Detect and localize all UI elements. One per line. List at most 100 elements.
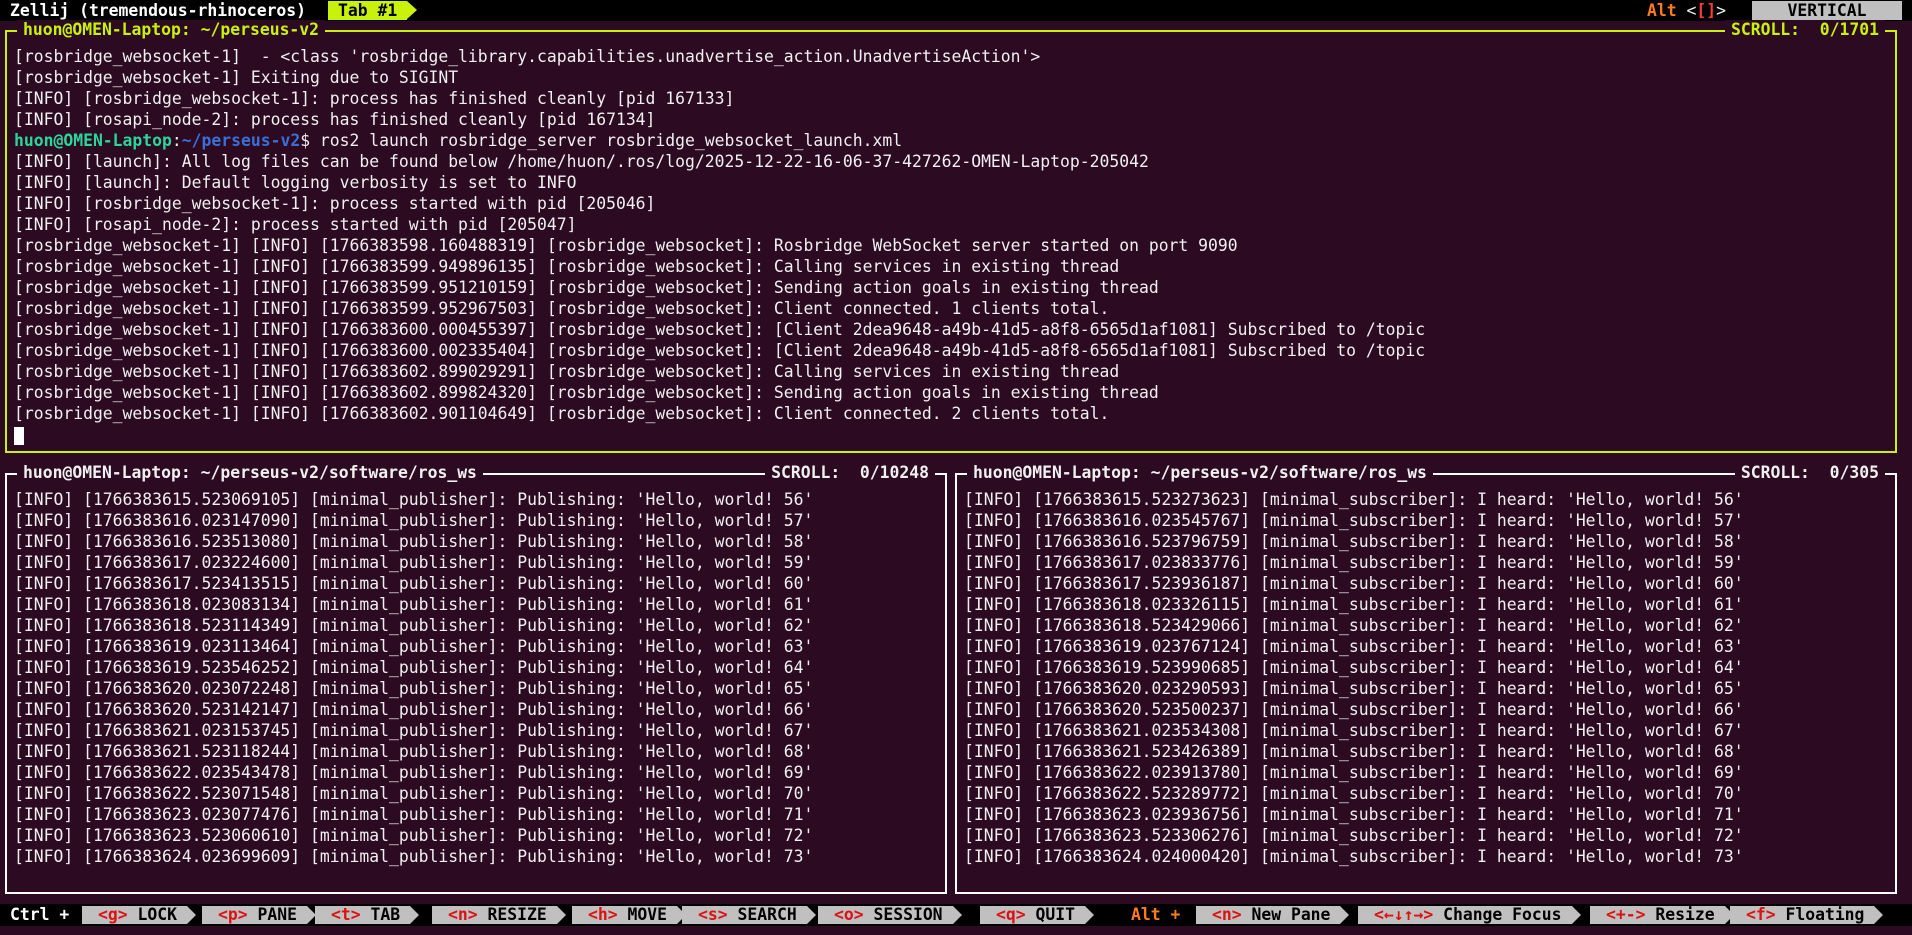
terminal-line: [INFO] [rosapi_node-2]: process started … [14, 215, 577, 234]
terminal-line: [INFO] [1766383624.023699609] [minimal_p… [14, 847, 814, 866]
shortcut-label: PANE [247, 905, 297, 924]
terminal-line: [INFO] [1766383615.523069105] [minimal_p… [14, 490, 814, 509]
terminal-line: [INFO] [1766383616.523513080] [minimal_p… [14, 532, 814, 551]
cursor-line[interactable] [14, 424, 1891, 445]
terminal-line: [INFO] [1766383618.023083134] [minimal_p… [14, 595, 814, 614]
shortcut-label: MOVE [617, 905, 667, 924]
terminal-line: [INFO] [1766383618.023326115] [minimal_s… [964, 595, 1744, 614]
terminal-line: [INFO] [1766383623.023077476] [minimal_p… [14, 805, 814, 824]
shortcut-key: <s> [698, 905, 728, 924]
shortcut-key: <g> [98, 905, 128, 924]
shortcut-label: Resize [1645, 905, 1715, 924]
ctrl-move-button[interactable]: <h> MOVE [572, 905, 686, 924]
terminal-pane-top[interactable]: huon@OMEN-Laptop: ~/perseus-v2 SCROLL: 0… [5, 20, 1897, 453]
alt-resize-button[interactable]: <+-> Resize [1590, 905, 1734, 924]
pane-title: huon@OMEN-Laptop: ~/perseus-v2 [17, 20, 326, 40]
shortcut-label: SESSION [863, 905, 943, 924]
shortcut-label: QUIT [1025, 905, 1075, 924]
shortcut-key: <o> [834, 905, 864, 924]
terminal-line: [INFO] [1766383616.023545767] [minimal_s… [964, 511, 1744, 530]
terminal-line: [rosbridge_websocket-1] [INFO] [17663835… [14, 299, 1110, 318]
terminal-line: [INFO] [rosbridge_websocket-1]: process … [14, 194, 656, 213]
terminal-line: [INFO] [1766383619.023113464] [minimal_p… [14, 637, 814, 656]
terminal-pane-subscriber[interactable]: huon@OMEN-Laptop: ~/perseus-v2/software/… [955, 463, 1897, 894]
ctrl-modifier-label: Ctrl + [10, 905, 70, 924]
terminal-line: [INFO] [1766383619.023767124] [minimal_s… [964, 637, 1744, 656]
alt-key-label: Alt [1647, 1, 1677, 20]
ctrl-quit-button[interactable]: <q> QUIT [980, 905, 1094, 924]
terminal-line: [INFO] [1766383617.523936187] [minimal_s… [964, 574, 1744, 593]
terminal-line: [rosbridge_websocket-1] [INFO] [17663836… [14, 320, 1426, 339]
terminal-line: [INFO] [1766383618.523114349] [minimal_p… [14, 616, 814, 635]
terminal-line: [INFO] [1766383620.023072248] [minimal_p… [14, 679, 814, 698]
ctrl-search-button[interactable]: <s> SEARCH [682, 905, 816, 924]
session-name: Zellij (tremendous-rhinoceros) [10, 1, 307, 20]
ctrl-resize-button[interactable]: <n> RESIZE [432, 905, 566, 924]
terminal-cursor[interactable] [14, 426, 24, 445]
ctrl-pane-button[interactable]: <p> PANE [202, 905, 316, 924]
terminal-line: [rosbridge_websocket-1] [INFO] [17663835… [14, 236, 1238, 255]
zellij-status-bar: Ctrl + <g> LOCK <p> PANE <t> TAB <n> RESIZE… [0, 904, 1912, 926]
terminal-line: [rosbridge_websocket-1] [INFO] [17663836… [14, 341, 1426, 360]
terminal-line: [INFO] [1766383621.023534308] [minimal_s… [964, 721, 1744, 740]
shortcut-key: <+-> [1606, 905, 1646, 924]
terminal-pane-publisher[interactable]: huon@OMEN-Laptop: ~/perseus-v2/software/… [5, 463, 947, 894]
ctrl-tab-button[interactable]: <t> TAB [315, 905, 420, 924]
shortcut-label: TAB [360, 905, 401, 924]
pane-scroll-indicator: SCROLL: 0/10248 [765, 463, 935, 483]
terminal-line: [rosbridge_websocket-1] [INFO] [17663835… [14, 278, 1159, 297]
shortcut-label: LOCK [127, 905, 177, 924]
shortcut-key: <n> [1212, 905, 1242, 924]
terminal-line: [INFO] [1766383615.523273623] [minimal_s… [964, 490, 1744, 509]
shortcut-label: SEARCH [727, 905, 797, 924]
terminal-line: [INFO] [1766383622.523289772] [minimal_s… [964, 784, 1744, 803]
shortcut-label: RESIZE [477, 905, 547, 924]
alt-new-pane-button[interactable]: <n> New Pane [1196, 905, 1350, 924]
terminal-line: [INFO] [1766383623.523060610] [minimal_p… [14, 826, 814, 845]
terminal-line: [INFO] [1766383620.523142147] [minimal_p… [14, 700, 814, 719]
prompt-path: ~/perseus-v2 [181, 131, 301, 150]
ctrl-lock-button[interactable]: <g> LOCK [82, 905, 196, 924]
alt-mode-hint: Alt <[]> [1647, 0, 1726, 21]
ctrl-session-button[interactable]: <o> SESSION [818, 905, 962, 924]
terminal-line: [INFO] [launch]: Default logging verbosi… [14, 173, 577, 192]
shortcut-key: <n> [448, 905, 478, 924]
prompt-user: huon@OMEN-Laptop [14, 131, 172, 150]
shortcut-label: Floating [1775, 905, 1865, 924]
shortcut-key: <p> [218, 905, 248, 924]
terminal-line: [INFO] [1766383623.523306276] [minimal_s… [964, 826, 1744, 845]
terminal-line: [INFO] [rosapi_node-2]: process has fini… [14, 110, 656, 129]
prompt-command: $ ros2 launch rosbridge_server rosbridge… [300, 131, 903, 150]
shortcut-key: <h> [588, 905, 618, 924]
alt-lt: < [1676, 1, 1697, 20]
layout-mode-badge[interactable]: VERTICAL [1752, 1, 1902, 20]
terminal-line: [INFO] [1766383621.523118244] [minimal_p… [14, 742, 814, 761]
shell-prompt-line: huon@OMEN-Laptop:~/perseus-v2$ ros2 laun… [14, 130, 1891, 151]
pane-scroll-indicator: SCROLL: 0/305 [1734, 463, 1885, 483]
shortcut-key: <←↓↑→> [1374, 905, 1434, 924]
terminal-output: [INFO] [1766383615.523273623] [minimal_s… [964, 489, 1891, 888]
alt-modifier-label: Alt + [1131, 905, 1181, 924]
terminal-line: [INFO] [1766383619.523546252] [minimal_p… [14, 658, 814, 677]
shortcut-label: Change Focus [1433, 905, 1562, 924]
alt-floating-button[interactable]: <f> Floating [1730, 905, 1884, 924]
terminal-line: [rosbridge_websocket-1] - <class 'rosbri… [14, 47, 1041, 66]
terminal-line: [rosbridge_websocket-1] Exiting due to S… [14, 68, 459, 87]
terminal-line: [rosbridge_websocket-1] [INFO] [17663836… [14, 362, 1120, 381]
shortcut-key: <q> [996, 905, 1026, 924]
terminal-line: [INFO] [1766383620.523500237] [minimal_s… [964, 700, 1744, 719]
terminal-line: [INFO] [1766383617.023224600] [minimal_p… [14, 553, 814, 572]
terminal-line: [rosbridge_websocket-1] [INFO] [17663836… [14, 404, 1110, 423]
alt-change-focus-button[interactable]: <←↓↑→> Change Focus [1358, 905, 1581, 924]
terminal-line: [INFO] [1766383616.023147090] [minimal_p… [14, 511, 814, 530]
terminal-line: [INFO] [1766383622.023913780] [minimal_s… [964, 763, 1744, 782]
terminal-line: [INFO] [1766383622.023543478] [minimal_p… [14, 763, 814, 782]
tab-1[interactable]: Tab #1 [328, 1, 418, 20]
pane-title: huon@OMEN-Laptop: ~/perseus-v2/software/… [967, 463, 1433, 483]
terminal-line: [INFO] [1766383620.023290593] [minimal_s… [964, 679, 1744, 698]
terminal-line: [INFO] [1766383619.523990685] [minimal_s… [964, 658, 1744, 677]
shortcut-label: New Pane [1241, 905, 1331, 924]
terminal-line: [INFO] [1766383624.024000420] [minimal_s… [964, 847, 1744, 866]
terminal-line: [INFO] [1766383617.023833776] [minimal_s… [964, 553, 1744, 572]
shortcut-key: <t> [331, 905, 361, 924]
